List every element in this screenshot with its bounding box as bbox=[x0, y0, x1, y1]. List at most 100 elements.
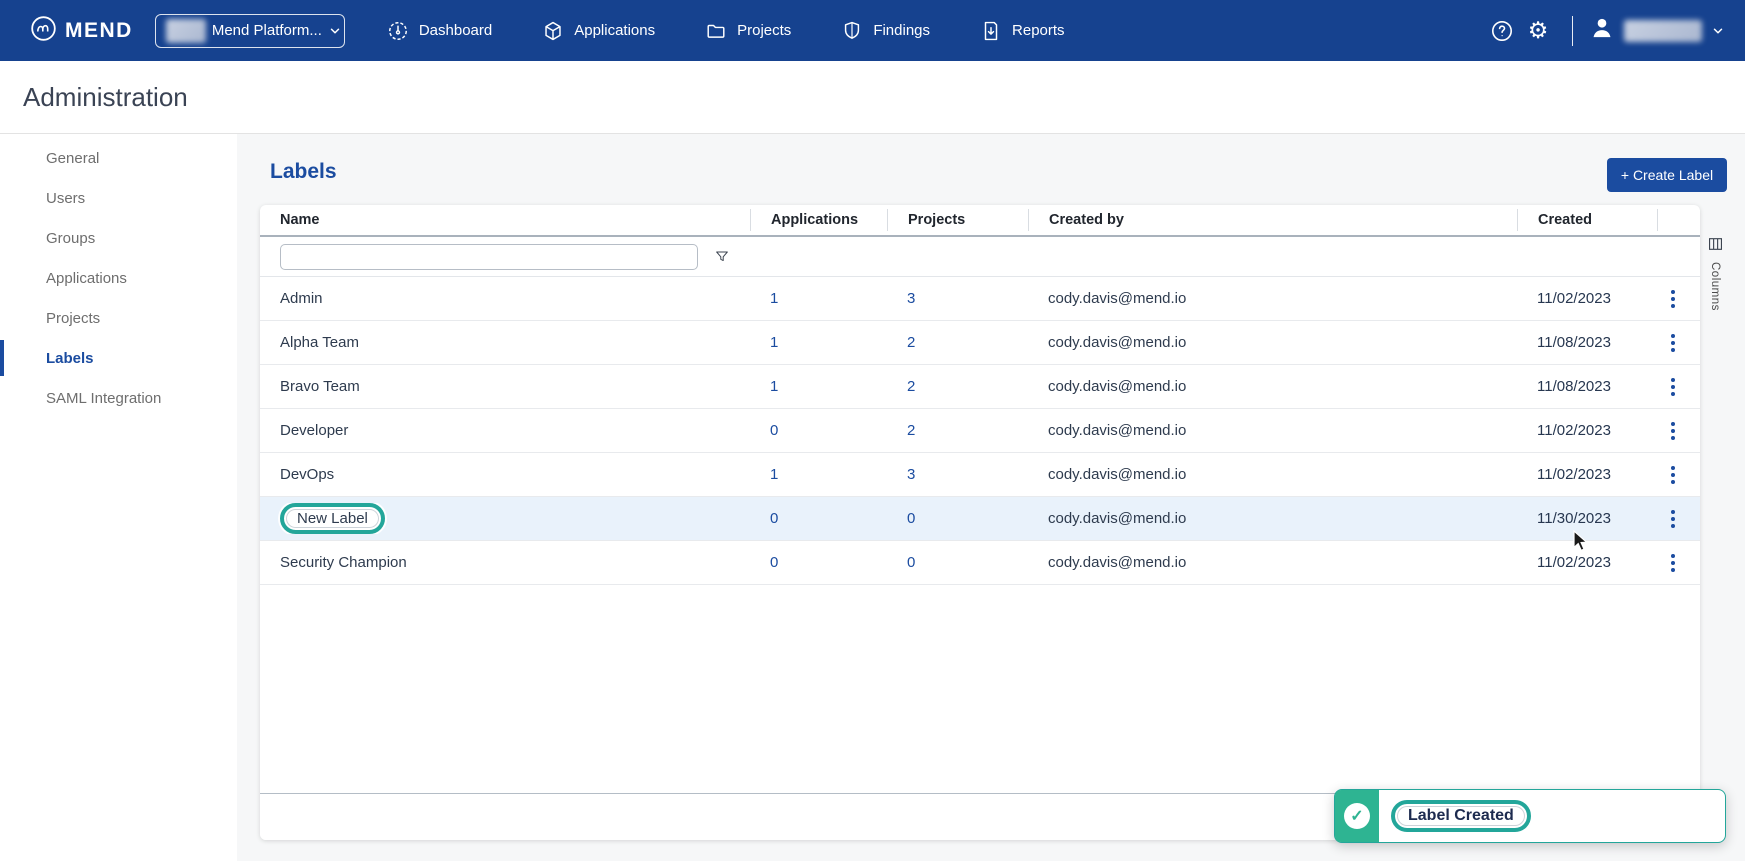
table-row[interactable]: Security Champion 0 0 cody.davis@mend.io… bbox=[260, 541, 1700, 585]
row-actions-menu[interactable] bbox=[1661, 461, 1685, 489]
filter-row bbox=[260, 237, 1700, 277]
applications-count-link[interactable]: 0 bbox=[770, 510, 778, 527]
admin-sidebar: General Users Groups Applications Projec… bbox=[0, 134, 237, 861]
table-row-new-label[interactable]: New Label 0 0 cody.davis@mend.io 11/30/2… bbox=[260, 497, 1700, 541]
sidebar-item-label: SAML Integration bbox=[46, 390, 161, 407]
created-date: 11/30/2023 bbox=[1517, 510, 1657, 527]
table-row[interactable]: Developer 0 2 cody.davis@mend.io 11/02/2… bbox=[260, 409, 1700, 453]
created-date: 11/02/2023 bbox=[1517, 554, 1657, 571]
columns-tab-label: Columns bbox=[1709, 262, 1721, 311]
label-name: DevOps bbox=[260, 466, 750, 483]
toast-message: Label Created bbox=[1408, 807, 1514, 825]
sidebar-item-applications[interactable]: Applications bbox=[0, 258, 237, 298]
sidebar-item-groups[interactable]: Groups bbox=[0, 218, 237, 258]
applications-count-link[interactable]: 1 bbox=[770, 290, 778, 307]
applications-count-link[interactable]: 0 bbox=[770, 554, 778, 571]
projects-count-link[interactable]: 3 bbox=[907, 466, 915, 483]
sidebar-item-users[interactable]: Users bbox=[0, 178, 237, 218]
row-actions-menu[interactable] bbox=[1661, 329, 1685, 357]
mend-logo-icon bbox=[30, 15, 57, 47]
created-by: cody.davis@mend.io bbox=[1028, 334, 1517, 351]
created-date: 11/08/2023 bbox=[1517, 378, 1657, 395]
user-menu[interactable] bbox=[1589, 15, 1725, 46]
applications-count-link[interactable]: 1 bbox=[770, 334, 778, 351]
org-selector-dropdown[interactable]: Mend Platform... bbox=[155, 14, 345, 48]
row-actions-menu[interactable] bbox=[1661, 505, 1685, 533]
nav-item-applications[interactable]: Applications bbox=[542, 20, 655, 42]
org-name-redacted bbox=[166, 19, 206, 43]
applications-count-link[interactable]: 0 bbox=[770, 422, 778, 439]
navbar-right: ⚙ bbox=[1484, 13, 1725, 49]
nav-item-label: Applications bbox=[574, 22, 655, 39]
row-actions-menu[interactable] bbox=[1661, 549, 1685, 577]
created-by: cody.davis@mend.io bbox=[1028, 466, 1517, 483]
table-header-row: Name Applications Projects Created by Cr… bbox=[260, 205, 1700, 237]
help-icon[interactable] bbox=[1484, 13, 1520, 49]
table-row[interactable]: Bravo Team 1 2 cody.davis@mend.io 11/08/… bbox=[260, 365, 1700, 409]
sidebar-item-projects[interactable]: Projects bbox=[0, 298, 237, 338]
toast-check-icon: ✓ bbox=[1344, 803, 1370, 829]
nav-item-label: Dashboard bbox=[419, 22, 492, 39]
projects-count-link[interactable]: 0 bbox=[907, 554, 915, 571]
row-actions-menu[interactable] bbox=[1661, 417, 1685, 445]
table-row[interactable]: DevOps 1 3 cody.davis@mend.io 11/02/2023 bbox=[260, 453, 1700, 497]
column-header-applications[interactable]: Applications bbox=[750, 209, 887, 231]
nav-item-projects[interactable]: Projects bbox=[705, 20, 791, 42]
toast-message-annotation: Label Created bbox=[1391, 800, 1531, 832]
create-label-button[interactable]: + Create Label bbox=[1607, 158, 1727, 192]
sidebar-item-label: Users bbox=[46, 190, 85, 207]
reports-icon bbox=[980, 20, 1002, 42]
table-row[interactable]: Admin 1 3 cody.davis@mend.io 11/02/2023 bbox=[260, 277, 1700, 321]
projects-icon bbox=[705, 20, 727, 42]
nav-item-reports[interactable]: Reports bbox=[980, 20, 1065, 42]
label-name: New Label bbox=[297, 510, 368, 527]
nav-item-label: Reports bbox=[1012, 22, 1065, 39]
created-by: cody.davis@mend.io bbox=[1028, 554, 1517, 571]
username-redacted bbox=[1624, 20, 1702, 42]
created-date: 11/02/2023 bbox=[1517, 466, 1657, 483]
sidebar-item-label: Labels bbox=[46, 350, 94, 367]
gear-icon[interactable]: ⚙ bbox=[1520, 13, 1556, 49]
page-header: Administration bbox=[0, 61, 1745, 134]
sidebar-item-label: Projects bbox=[46, 310, 100, 327]
sidebar-item-label: General bbox=[46, 150, 99, 167]
toast-accent: ✓ bbox=[1335, 790, 1379, 842]
table-row[interactable]: Alpha Team 1 2 cody.davis@mend.io 11/08/… bbox=[260, 321, 1700, 365]
filter-icon[interactable] bbox=[714, 249, 730, 265]
column-header-created-by[interactable]: Created by bbox=[1028, 209, 1517, 231]
applications-count-link[interactable]: 1 bbox=[770, 466, 778, 483]
org-selector-label: Mend Platform... bbox=[212, 22, 322, 39]
nav-item-label: Projects bbox=[737, 22, 791, 39]
sidebar-item-general[interactable]: General bbox=[0, 138, 237, 178]
sidebar-item-label: Applications bbox=[46, 270, 127, 287]
page-title: Administration bbox=[23, 82, 188, 113]
mend-logo[interactable]: MEND bbox=[30, 15, 133, 47]
row-actions-menu[interactable] bbox=[1661, 285, 1685, 313]
created-date: 11/02/2023 bbox=[1517, 422, 1657, 439]
created-date: 11/08/2023 bbox=[1517, 334, 1657, 351]
applications-count-link[interactable]: 1 bbox=[770, 378, 778, 395]
projects-count-link[interactable]: 2 bbox=[907, 422, 915, 439]
projects-count-link[interactable]: 0 bbox=[907, 510, 915, 527]
dashboard-icon bbox=[387, 20, 409, 42]
row-actions-menu[interactable] bbox=[1661, 373, 1685, 401]
sidebar-item-label: Groups bbox=[46, 230, 95, 247]
nav-item-dashboard[interactable]: Dashboard bbox=[387, 20, 492, 42]
main-nav: Dashboard Applications Projects bbox=[387, 20, 1065, 42]
projects-count-link[interactable]: 2 bbox=[907, 378, 915, 395]
columns-panel-tab[interactable]: Columns bbox=[1703, 237, 1727, 311]
name-filter-input[interactable] bbox=[280, 244, 698, 270]
created-by: cody.davis@mend.io bbox=[1028, 422, 1517, 439]
projects-count-link[interactable]: 3 bbox=[907, 290, 915, 307]
sidebar-item-labels[interactable]: Labels bbox=[0, 338, 237, 378]
created-by: cody.davis@mend.io bbox=[1028, 378, 1517, 395]
chevron-down-icon bbox=[1711, 24, 1725, 38]
column-header-name[interactable]: Name bbox=[260, 209, 750, 231]
sidebar-item-saml-integration[interactable]: SAML Integration bbox=[0, 378, 237, 418]
columns-icon bbox=[1708, 237, 1723, 256]
labels-section-title: Labels bbox=[270, 160, 337, 184]
column-header-projects[interactable]: Projects bbox=[887, 209, 1028, 231]
column-header-created[interactable]: Created bbox=[1517, 209, 1657, 231]
projects-count-link[interactable]: 2 bbox=[907, 334, 915, 351]
nav-item-findings[interactable]: Findings bbox=[841, 20, 930, 42]
